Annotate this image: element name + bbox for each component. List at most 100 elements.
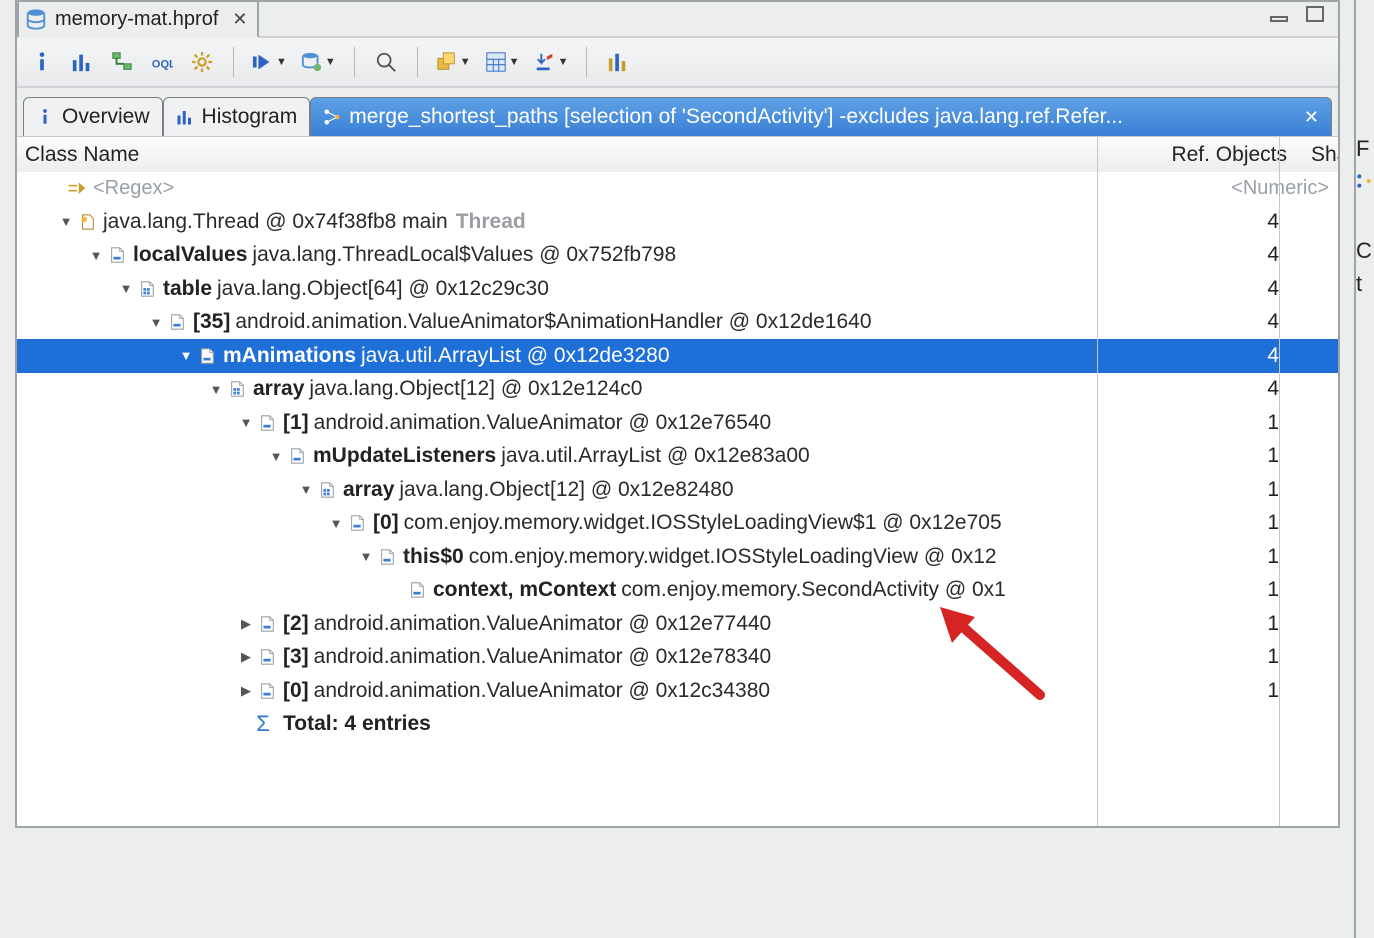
- tree-row[interactable]: ▼mUpdateListenersjava.util.ArrayList @ 0…: [17, 440, 1338, 474]
- toolbar-separator: [586, 47, 587, 77]
- run-dropdown[interactable]: ▼: [252, 51, 287, 73]
- file-tab[interactable]: memory-mat.hprof ✕: [17, 0, 259, 38]
- expand-toggle[interactable]: ▼: [267, 449, 285, 464]
- object-ref: java.util.ArrayList @ 0x12de3280: [361, 344, 670, 368]
- field-name: [2]: [283, 612, 309, 636]
- export-dropdown[interactable]: ▼: [534, 51, 569, 73]
- tree-row[interactable]: ▼ mAnimationsjava.util.ArrayList @ 0x12de…: [17, 339, 1338, 373]
- expand-toggle[interactable]: ▼: [297, 482, 315, 497]
- gear-icon[interactable]: [189, 49, 215, 75]
- tab-histogram[interactable]: Histogram: [163, 97, 311, 136]
- expand-toggle[interactable]: ▼: [57, 214, 75, 229]
- numeric-filter[interactable]: <Numeric>: [1231, 177, 1329, 199]
- minimize-icon[interactable]: [1270, 6, 1290, 30]
- object-array-icon: [137, 279, 157, 299]
- ref-objects-value: 1: [1097, 578, 1291, 602]
- calc-dropdown[interactable]: ▼: [485, 51, 520, 73]
- object-icon: [257, 614, 277, 634]
- tab-merge-shortest-paths[interactable]: merge_shortest_paths [selection of 'Seco…: [310, 97, 1332, 136]
- histogram-icon[interactable]: [69, 49, 95, 75]
- tree-row[interactable]: ▼[1]android.animation.ValueAnimator @ 0x…: [17, 406, 1338, 440]
- regex-filter[interactable]: <Regex>: [93, 177, 174, 200]
- expand-toggle[interactable]: ▶: [237, 683, 255, 699]
- object-icon: [407, 580, 427, 600]
- sigma-icon: Σ: [257, 714, 277, 734]
- ref-objects-value: 1: [1097, 679, 1291, 703]
- maximize-icon[interactable]: [1306, 6, 1326, 30]
- field-name: context, mContext: [433, 578, 616, 602]
- tab-label: merge_shortest_paths [selection of 'Seco…: [349, 105, 1290, 129]
- expand-toggle[interactable]: ▼: [117, 281, 135, 296]
- tree-icon[interactable]: [109, 49, 135, 75]
- ref-objects-value: 1: [1097, 511, 1291, 535]
- field-name: this$0: [403, 545, 464, 569]
- column-class-name[interactable]: Class Name: [17, 143, 1105, 167]
- window-controls: [1270, 6, 1326, 30]
- ref-objects-value: 4: [1097, 310, 1291, 334]
- column-ref-objects[interactable]: Ref. Objects: [1105, 143, 1297, 167]
- object-icon: [167, 312, 187, 332]
- tree-row[interactable]: ▶ [2]android.animation.ValueAnimator @ 0x…: [17, 607, 1338, 641]
- db-dropdown[interactable]: ▼: [301, 51, 336, 73]
- type-hint: Thread: [456, 210, 526, 234]
- field-name: [35]: [193, 310, 230, 334]
- object-icon: [287, 446, 307, 466]
- field-name: Total: 4 entries: [283, 712, 431, 736]
- tree-row[interactable]: ▼arrayjava.lang.Object[12] @ 0x12e124c04: [17, 373, 1338, 407]
- ref-objects-value: 1: [1097, 645, 1291, 669]
- expand-toggle[interactable]: ▼: [147, 315, 165, 330]
- object-ref: com.enjoy.memory.SecondActivity @ 0x1: [621, 578, 1006, 602]
- object-ref: android.animation.ValueAnimator @ 0x12e7…: [314, 612, 772, 636]
- adjacent-panel-edge: F C t: [1354, 0, 1374, 938]
- expand-toggle[interactable]: ▼: [327, 516, 345, 531]
- info-icon[interactable]: [29, 49, 55, 75]
- tree-row[interactable]: context, mContextcom.enjoy.memory.Second…: [17, 574, 1338, 608]
- table-header: Class Name Ref. Objects Sha: [17, 136, 1338, 174]
- tree-row[interactable]: Σ Total: 4 entries: [17, 708, 1338, 742]
- object-array-icon: [227, 379, 247, 399]
- field-name: mUpdateListeners: [313, 444, 496, 468]
- search-icon[interactable]: [373, 49, 399, 75]
- object-ref: java.lang.Object[12] @ 0x12e124c0: [309, 377, 642, 401]
- close-icon[interactable]: ✕: [1304, 107, 1319, 128]
- oql-icon[interactable]: OQL: [149, 49, 175, 75]
- tree-row[interactable]: ▶[0]android.animation.ValueAnimator @ 0x…: [17, 674, 1338, 708]
- field-name: [1]: [283, 411, 309, 435]
- toolbar-separator: [354, 47, 355, 77]
- expand-toggle[interactable]: ▼: [87, 248, 105, 263]
- ref-objects-value: 4: [1097, 210, 1291, 234]
- field-name: [3]: [283, 645, 309, 669]
- svg-text:OQL: OQL: [152, 59, 173, 71]
- compare-icon[interactable]: [605, 49, 631, 75]
- expand-toggle[interactable]: ▼: [207, 382, 225, 397]
- column-shallow[interactable]: Sha: [1297, 143, 1338, 167]
- expand-toggle[interactable]: ▼: [177, 348, 195, 363]
- ref-objects-value: 1: [1097, 545, 1291, 569]
- group-dropdown[interactable]: ▼: [436, 51, 471, 73]
- field-name: table: [163, 277, 212, 301]
- field-name: mAnimations: [223, 344, 356, 368]
- field-name: array: [253, 377, 304, 401]
- tree-row[interactable]: ▼[0]com.enjoy.memory.widget.IOSStyleLoad…: [17, 507, 1338, 541]
- object-ref: java.lang.Object[64] @ 0x12c29c30: [217, 277, 549, 301]
- ref-objects-value: 4: [1097, 344, 1291, 368]
- ref-objects-value: 4: [1097, 277, 1291, 301]
- tab-overview[interactable]: Overview: [23, 97, 163, 136]
- column-divider[interactable]: [1097, 136, 1098, 826]
- expand-toggle[interactable]: ▶: [237, 616, 255, 632]
- object-icon: [107, 245, 127, 265]
- object-ref: com.enjoy.memory.widget.IOSStyleLoadingV…: [404, 511, 1002, 535]
- tree-row[interactable]: ▼java.lang.Thread @ 0x74f38fb8 mainThrea…: [17, 205, 1338, 239]
- tree-row[interactable]: ▼localValuesjava.lang.ThreadLocal$Values…: [17, 239, 1338, 273]
- column-divider[interactable]: [1279, 136, 1280, 826]
- tree-row[interactable]: ▼ tablejava.lang.Object[64] @ 0x12c29c30 4: [17, 272, 1338, 306]
- tab-label: Histogram: [202, 105, 298, 129]
- tree-row[interactable]: ▼this$0com.enjoy.memory.widget.IOSStyleL…: [17, 540, 1338, 574]
- tree-row[interactable]: ▼arrayjava.lang.Object[12] @ 0x12e824801: [17, 473, 1338, 507]
- expand-toggle[interactable]: ▶: [237, 649, 255, 665]
- expand-toggle[interactable]: ▼: [237, 415, 255, 430]
- tree-row[interactable]: ▶[3]android.animation.ValueAnimator @ 0x…: [17, 641, 1338, 675]
- expand-toggle[interactable]: ▼: [357, 549, 375, 564]
- tree-row[interactable]: ▼[35]android.animation.ValueAnimator$Ani…: [17, 306, 1338, 340]
- close-icon[interactable]: ✕: [232, 9, 247, 30]
